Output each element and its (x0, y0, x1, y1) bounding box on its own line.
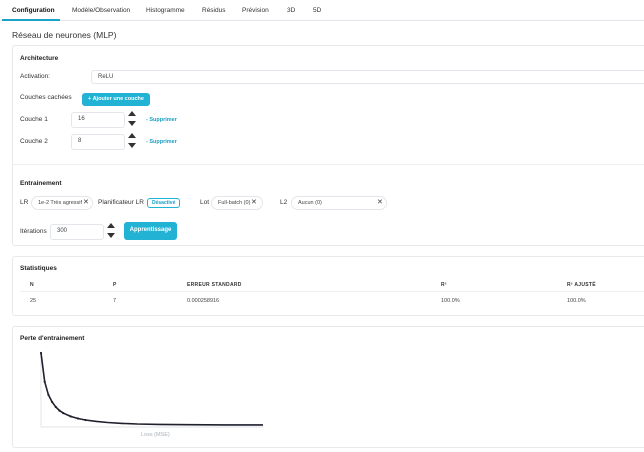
loss-point (69, 415, 72, 418)
layer-1-label: Couche 1 (20, 116, 48, 123)
tab-3d[interactable]: 3D (287, 7, 295, 14)
config-card: Architecture Activation: ReLU Couches ca… (12, 45, 644, 246)
stats-cell-p: 7 (113, 298, 117, 304)
iterations-stepper[interactable] (106, 223, 116, 241)
stats-header-p: P (113, 282, 117, 288)
batch-label: Lot (200, 199, 210, 206)
layer-2-input[interactable]: 8 (71, 134, 125, 150)
l2-select[interactable]: Aucun (0) (291, 196, 387, 210)
add-layer-button[interactable]: + Ajouter une couche (82, 93, 150, 106)
loss-chart-title: Perte d'entrainement (20, 335, 85, 342)
iterations-input[interactable]: 300 (50, 224, 104, 240)
section-divider (13, 164, 644, 165)
layer-2-delete-button[interactable]: - Supprimer (146, 139, 177, 145)
activation-label: Activation: (20, 73, 50, 80)
loss-series-line (40, 352, 263, 426)
scheduler-status-badge[interactable]: Désactivé (147, 198, 181, 208)
layer-1-input[interactable]: 16 (71, 112, 125, 128)
tab-configuration[interactable]: Configuration (12, 7, 55, 14)
active-tab-indicator (2, 19, 60, 21)
layer-1-stepper[interactable] (127, 111, 137, 129)
layer-2-label: Couche 2 (20, 138, 48, 145)
batch-clear-icon[interactable]: ✕ (251, 198, 257, 206)
loss-point (43, 380, 46, 383)
statistics-title: Statistiques (20, 265, 57, 272)
loss-point (76, 417, 80, 420)
training-title: Entrainement (20, 180, 62, 187)
lr-clear-icon[interactable]: ✕ (83, 198, 89, 206)
statistics-card: Statistiques N P ERREUR STANDARD R² R² A… (12, 256, 644, 316)
loss-point (84, 418, 87, 422)
tab-modele-observation[interactable]: Modèle/Observation (72, 7, 130, 14)
loss-x-axis-label: Loss (MSE) (141, 432, 170, 438)
tab-bar: Configuration Modèle/Observation Histogr… (0, 0, 644, 21)
l2-label: L2 (280, 199, 288, 206)
layer-1-delete-button[interactable]: - Supprimer (146, 117, 177, 123)
hidden-layers-label: Couches cachées (20, 94, 72, 101)
tab-histogramme[interactable]: Histogramme (146, 7, 185, 14)
loss-point (58, 409, 61, 412)
stats-header-r2: R² (441, 282, 447, 288)
train-button[interactable]: Apprentissage (124, 222, 177, 240)
loss-point (51, 400, 54, 404)
scheduler-label: Planificateur LR (98, 199, 144, 206)
loss-point (54, 405, 57, 409)
tab-prevision[interactable]: Prévision (242, 7, 269, 14)
loss-chart-card: Perte d'entrainement Loss (MSE) (12, 326, 644, 448)
loss-point (47, 393, 50, 396)
page-title: Réseau de neurones (MLP) (12, 30, 117, 40)
loss-chart: Loss (MSE) (39, 351, 263, 438)
stats-header-r2-adjusted: R² AJUSTÉ (567, 282, 596, 288)
stats-cell-r2-adjusted: 100.0% (567, 298, 586, 304)
stats-header-n: N (30, 282, 34, 288)
tab-residus[interactable]: Résidus (202, 7, 225, 14)
stats-header-divider (20, 291, 644, 292)
activation-select[interactable]: ReLU (91, 70, 644, 84)
loss-point (39, 351, 43, 355)
architecture-title: Architecture (20, 55, 59, 62)
lr-label: LR (20, 199, 29, 206)
l2-clear-icon[interactable]: ✕ (377, 198, 383, 206)
loss-point (62, 412, 65, 415)
stats-cell-r2: 100.0% (441, 298, 460, 304)
iterations-label: Itérations (20, 228, 47, 235)
layer-2-stepper[interactable] (127, 133, 137, 151)
stats-cell-std-error: 0.000258916 (187, 298, 220, 304)
stats-header-std-error: ERREUR STANDARD (187, 282, 242, 288)
stats-cell-n: 25 (30, 298, 37, 304)
tab-5d[interactable]: 5D (313, 7, 321, 14)
